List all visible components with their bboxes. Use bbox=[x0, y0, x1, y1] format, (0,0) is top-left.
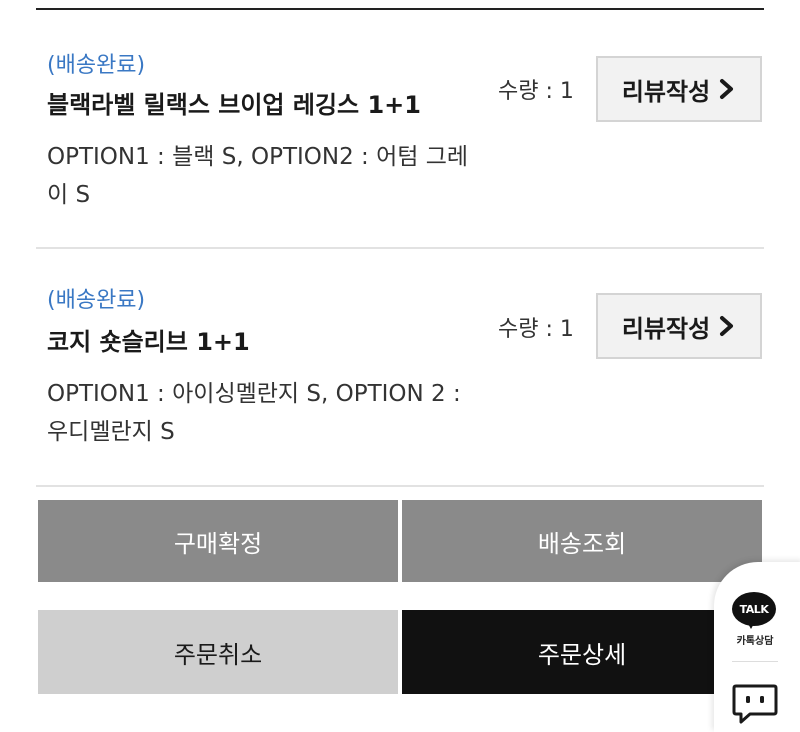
review-button-label: 리뷰작성 bbox=[621, 314, 711, 343]
talk-badge-text: TALK bbox=[739, 602, 769, 616]
talk-bubble-tail bbox=[746, 620, 756, 629]
order-detail-button[interactable]: 주문상세 bbox=[402, 610, 762, 694]
product-name[interactable]: 블랙라벨 릴랙스 브이업 레깅스 1+1 bbox=[47, 90, 421, 120]
confirm-purchase-button[interactable]: 구매확정 bbox=[38, 500, 398, 582]
kakaotalk-consult-button[interactable]: TALK 카톡상담 bbox=[726, 592, 784, 654]
floating-divider bbox=[732, 661, 778, 662]
quantity-label: 수량 : 1 bbox=[498, 79, 574, 104]
quantity-label: 수량 : 1 bbox=[498, 317, 574, 342]
cancel-order-button[interactable]: 주문취소 bbox=[38, 610, 398, 694]
track-delivery-button[interactable]: 배송조회 bbox=[402, 500, 762, 582]
chat-icon[interactable] bbox=[732, 684, 778, 724]
delivery-status: (배송완료) bbox=[47, 288, 146, 313]
order-item: (배송완료) 블랙라벨 릴랙스 브이업 레깅스 1+1 OPTION1 : 블랙… bbox=[36, 10, 764, 249]
product-option: OPTION1 : 아이싱멜란지 S, OPTION 2 : 우디멜란지 S bbox=[47, 381, 461, 445]
write-review-button[interactable]: 리뷰작성 bbox=[596, 293, 762, 359]
write-review-button[interactable]: 리뷰작성 bbox=[596, 56, 762, 122]
chevron-right-icon bbox=[720, 79, 734, 99]
chevron-right-icon bbox=[720, 316, 734, 336]
review-button-label: 리뷰작성 bbox=[621, 77, 711, 106]
product-option: OPTION1 : 블랙 S, OPTION2 : 어텀 그레이 S bbox=[47, 144, 469, 208]
talk-consult-label: 카톡상담 bbox=[736, 636, 774, 647]
delivery-status: (배송완료) bbox=[47, 53, 146, 78]
order-item: (배송완료) 코지 숏슬리브 1+1 OPTION1 : 아이싱멜란지 S, O… bbox=[36, 249, 764, 487]
product-name[interactable]: 코지 숏슬리브 1+1 bbox=[47, 327, 250, 357]
